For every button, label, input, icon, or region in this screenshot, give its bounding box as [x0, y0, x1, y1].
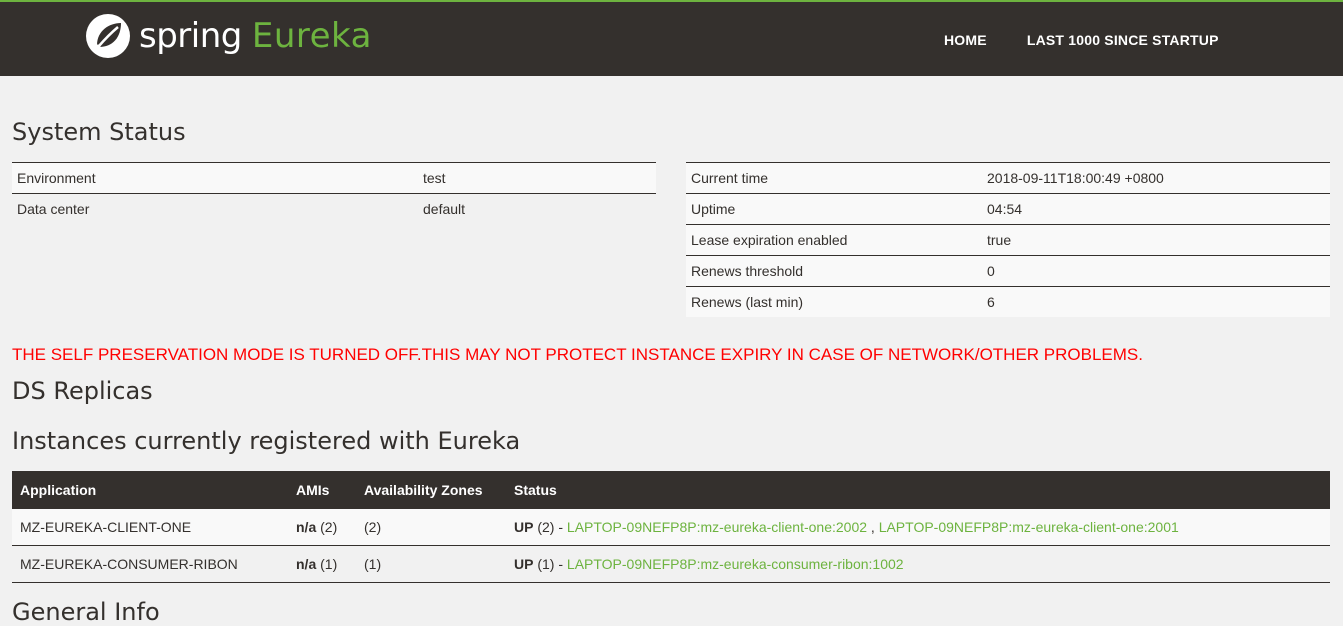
application-name: MZ-EUREKA-CONSUMER-RIBON [12, 545, 288, 583]
amis-count: (2) [320, 519, 338, 535]
amis-label: n/a [296, 556, 317, 572]
status-value: default [418, 193, 656, 224]
table-row: Renews (last min) 6 [686, 286, 1330, 317]
instance-link[interactable]: LAPTOP-09NEFP8P:mz-eureka-client-one:200… [567, 519, 867, 535]
column-header-availability-zones: Availability Zones [356, 471, 506, 509]
status-key: Environment [12, 162, 418, 194]
status-value: true [982, 224, 1330, 256]
system-status-right-table: Current time 2018-09-11T18:00:49 +0800 U… [686, 162, 1330, 317]
system-status-heading: System Status [12, 118, 186, 146]
amis-label: n/a [296, 519, 317, 535]
status-up-label: UP [514, 519, 534, 535]
table-row: Lease expiration enabled true [686, 224, 1330, 256]
column-header-amis: AMIs [288, 471, 356, 509]
zones-cell: (1) [356, 545, 506, 583]
self-preservation-warning: THE SELF PRESERVATION MODE IS TURNED OFF… [12, 345, 1143, 364]
amis-cell: n/a (2) [288, 509, 356, 546]
status-value: 6 [982, 286, 1330, 317]
top-navbar: spring Eureka HOME LAST 1000 SINCE START… [0, 0, 1343, 76]
instance-link[interactable]: LAPTOP-09NEFP8P:mz-eureka-consumer-ribon… [567, 556, 904, 572]
status-count: (1) - [537, 556, 564, 572]
nav-last-1000-link[interactable]: LAST 1000 SINCE STARTUP [1027, 32, 1219, 48]
link-separator: , [870, 519, 875, 535]
zones-cell: (2) [356, 509, 506, 546]
status-cell: UP (2) - LAPTOP-09NEFP8P:mz-eureka-clien… [506, 509, 1330, 546]
status-key: Lease expiration enabled [686, 224, 982, 256]
ds-replicas-heading: DS Replicas [12, 377, 153, 405]
status-count: (2) - [537, 519, 564, 535]
column-header-status: Status [506, 471, 1330, 509]
spring-leaf-icon [86, 14, 130, 58]
application-name: MZ-EUREKA-CLIENT-ONE [12, 509, 288, 546]
logo-eureka-text: Eureka [251, 16, 372, 56]
nav-home-link[interactable]: HOME [944, 32, 987, 48]
table-row: MZ-EUREKA-CLIENT-ONE n/a (2) (2) UP (2) … [12, 509, 1330, 546]
status-value: test [418, 162, 656, 194]
table-row: Current time 2018-09-11T18:00:49 +0800 [686, 162, 1330, 194]
status-key: Current time [686, 162, 982, 194]
amis-cell: n/a (1) [288, 545, 356, 583]
status-key: Renews threshold [686, 255, 982, 287]
instances-heading: Instances currently registered with Eure… [12, 427, 521, 455]
table-header-row: Application AMIs Availability Zones Stat… [12, 471, 1330, 509]
column-header-application: Application [12, 471, 288, 509]
status-key: Data center [12, 193, 418, 224]
status-value: 04:54 [982, 193, 1330, 225]
spring-eureka-logo[interactable]: spring Eureka [85, 12, 372, 60]
table-row: Renews threshold 0 [686, 255, 1330, 287]
amis-count: (1) [320, 556, 338, 572]
status-value: 0 [982, 255, 1330, 287]
table-row: Uptime 04:54 [686, 193, 1330, 225]
status-key: Renews (last min) [686, 286, 982, 317]
table-row: Environment test [12, 162, 656, 194]
general-info-heading: General Info [12, 598, 160, 626]
main-nav: HOME LAST 1000 SINCE STARTUP [944, 32, 1219, 48]
system-status-left-table: Environment test Data center default [12, 162, 656, 224]
logo-spring-text: spring [139, 16, 242, 56]
status-key: Uptime [686, 193, 982, 225]
status-up-label: UP [514, 556, 534, 572]
instances-table: Application AMIs Availability Zones Stat… [12, 471, 1330, 583]
status-cell: UP (1) - LAPTOP-09NEFP8P:mz-eureka-consu… [506, 545, 1330, 583]
table-row: Data center default [12, 193, 656, 224]
instance-link[interactable]: LAPTOP-09NEFP8P:mz-eureka-client-one:200… [879, 519, 1179, 535]
status-value: 2018-09-11T18:00:49 +0800 [982, 162, 1330, 194]
table-row: MZ-EUREKA-CONSUMER-RIBON n/a (1) (1) UP … [12, 545, 1330, 583]
